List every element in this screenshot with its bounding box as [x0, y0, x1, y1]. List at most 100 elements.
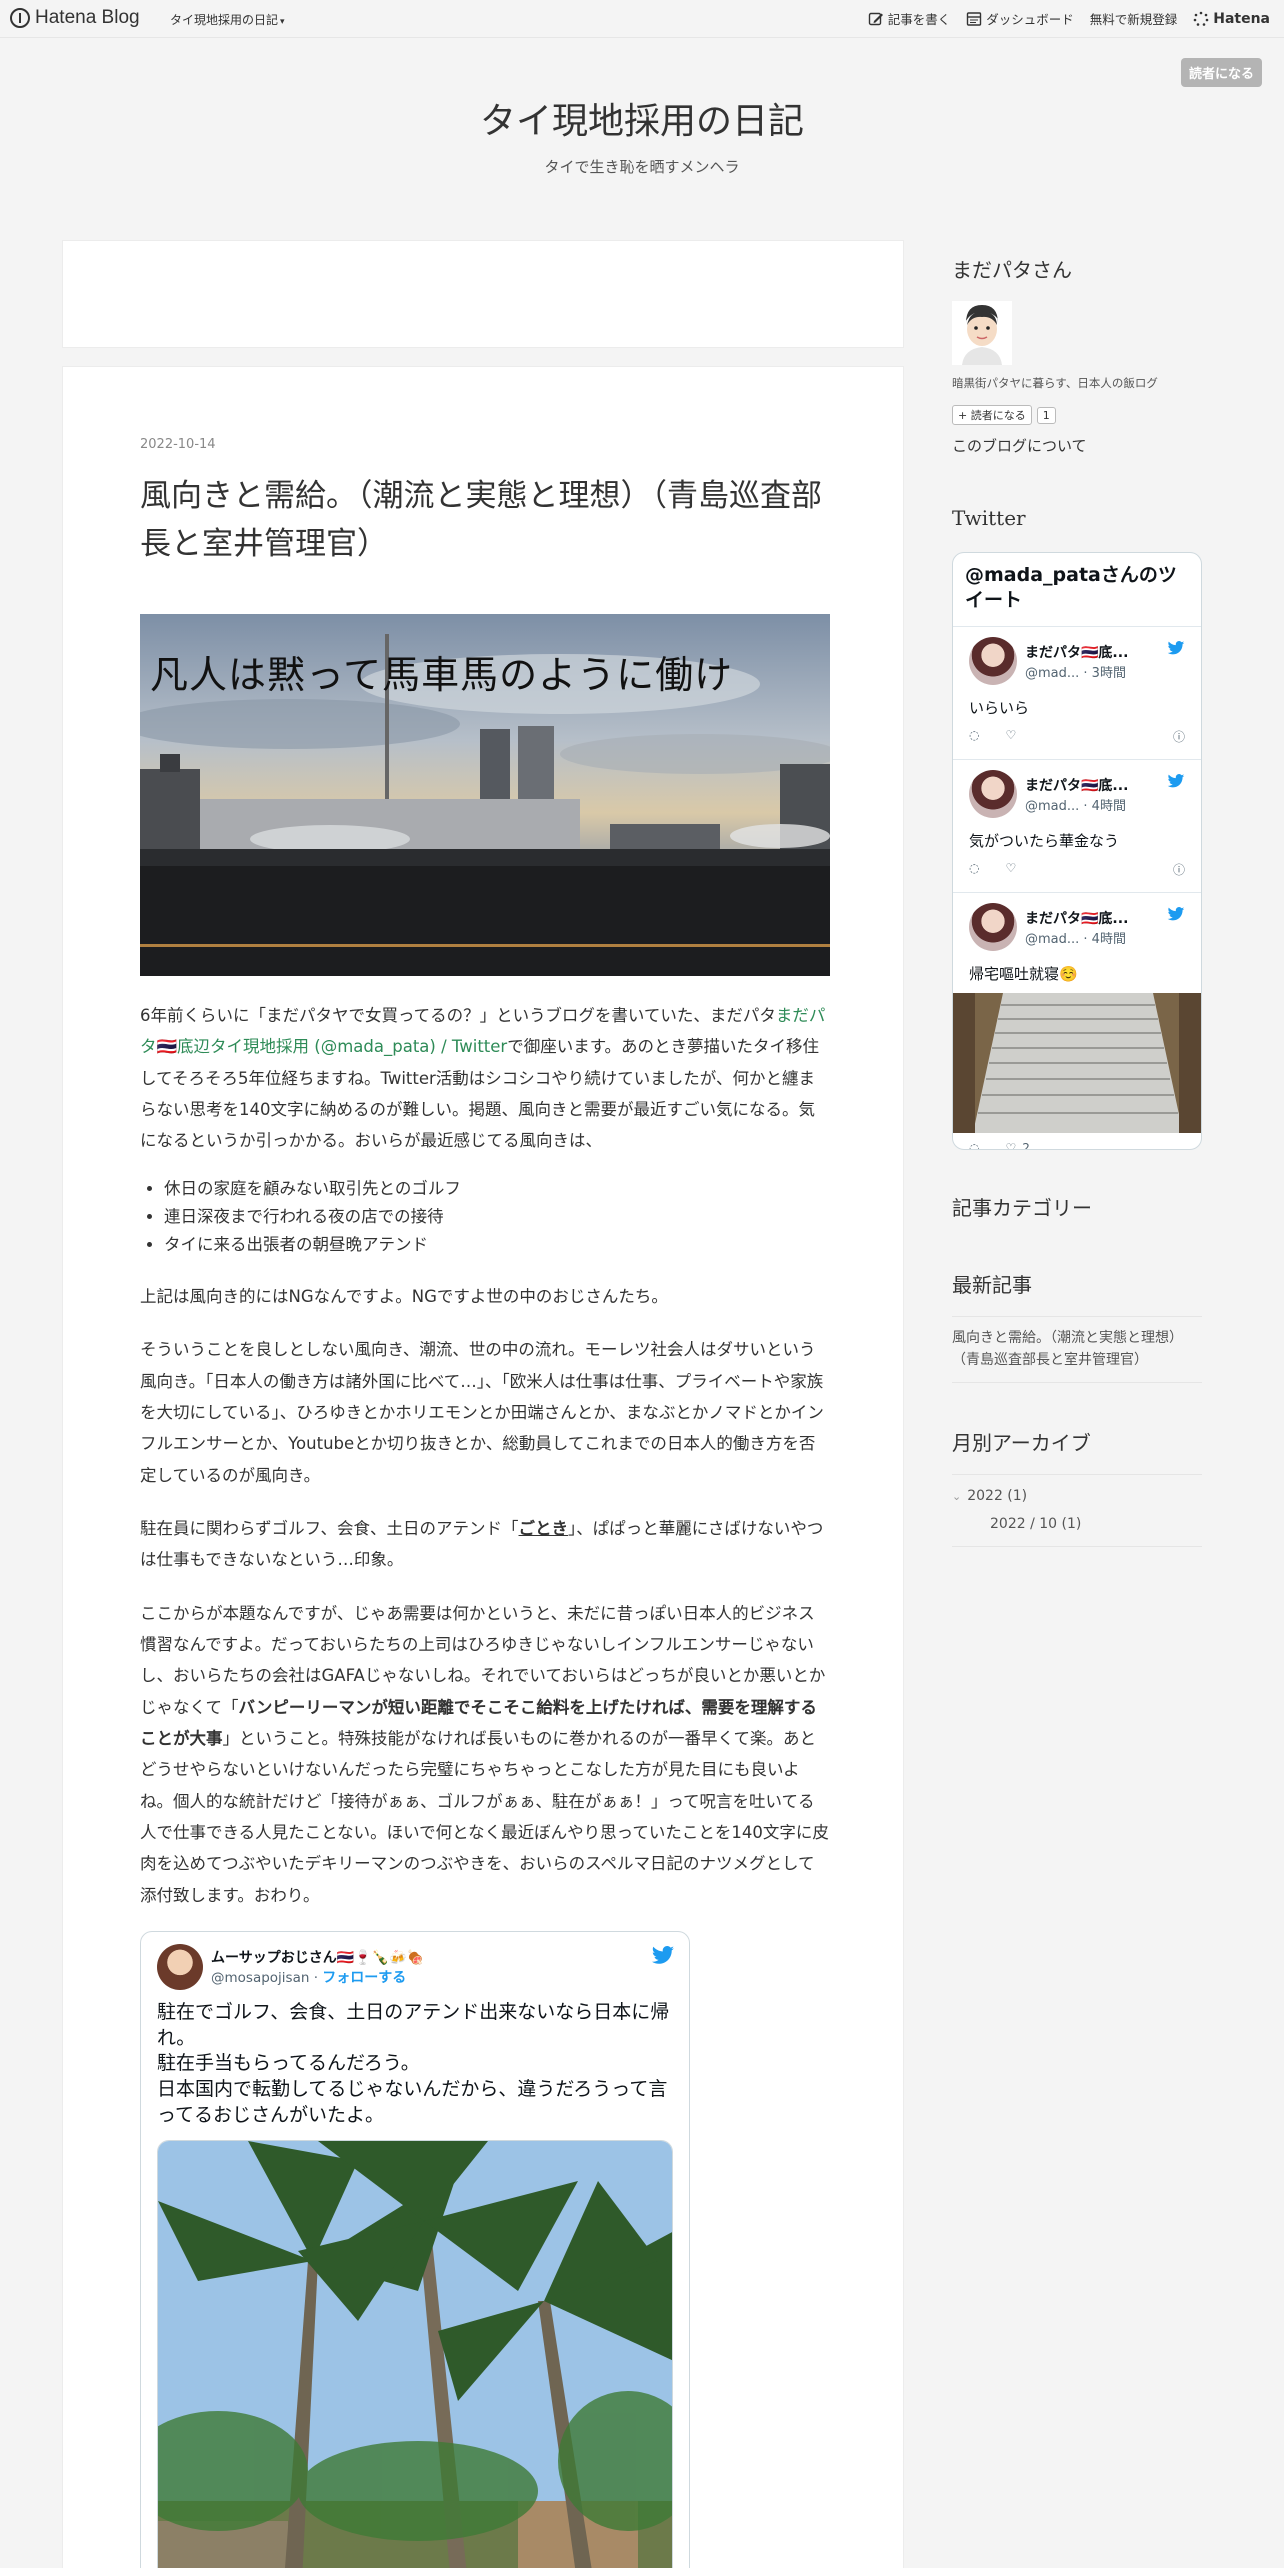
paragraph-4-text-a: 駐在員に関わらずゴルフ、会食、土日のアテンド「: [140, 1519, 519, 1539]
info-icon[interactable]: ⓘ: [1173, 861, 1185, 878]
dashboard-label: ダッシュボード: [986, 12, 1074, 27]
tweet-avatar[interactable]: [969, 637, 1017, 685]
reader-button-group: + 読者になる 1: [952, 405, 1202, 425]
reader-count[interactable]: 1: [1036, 406, 1056, 424]
profile-module: まだパタさん 暗黒街パタヤに暮らす、日本人の飯ログ + 読者になる 1 このブロ…: [952, 254, 1202, 456]
hatena-dots-icon: [1193, 11, 1209, 26]
tweet-time[interactable]: · 3時間: [1079, 666, 1126, 681]
follow-link[interactable]: フォローする: [322, 1970, 406, 1986]
hatena-link[interactable]: Hatena: [1193, 11, 1270, 27]
entry-date[interactable]: 2022-10-14: [140, 437, 830, 452]
tweet-handle[interactable]: @mad...: [1025, 932, 1079, 947]
blog-description: タイで生き恥を晒すメンヘラ: [544, 158, 740, 176]
reader-button-label: 読者になる: [970, 409, 1026, 422]
blog-title[interactable]: タイ現地採用の日記: [0, 92, 1284, 144]
twitter-bird-icon[interactable]: [1167, 641, 1185, 656]
tweet-author-handle[interactable]: @mosapojisan: [211, 1970, 309, 1986]
tweet-author-avatar[interactable]: [157, 1944, 203, 1991]
like-icon[interactable]: ♡: [1005, 1141, 1016, 1149]
write-entry-link[interactable]: 記事を書く: [868, 9, 951, 28]
tweet-time[interactable]: · 4時間: [1079, 932, 1126, 947]
reply-icon[interactable]: ◌: [969, 861, 979, 875]
signup-link[interactable]: 無料で新規登録: [1090, 9, 1178, 28]
tweet-photo[interactable]: [157, 2140, 673, 2568]
recent-entries-module: 最新記事 風向きと需給。（潮流と実態と理想）（青島巡査部長と室井管理官）: [952, 1269, 1202, 1383]
write-entry-label: 記事を書く: [887, 12, 951, 27]
global-menu: 記事を書く ダッシュボード 無料で新規登録 Hatena: [868, 9, 1284, 28]
tweet-name[interactable]: まだパタ🇹🇭底...: [1025, 908, 1128, 928]
paragraph-5-text-b: 」ということ。特殊技能がなければ長いものに巻かれるのが一番早くて楽。あとどうせや…: [140, 1729, 829, 1905]
timeline-tweet[interactable]: まだパタ🇹🇭底... @mad... · 4時間 帰宅嘔吐就寝☺️: [953, 893, 1201, 993]
twitter-bird-icon[interactable]: [651, 1946, 675, 1966]
pencil-icon: [868, 12, 883, 25]
reply-icon[interactable]: ◌: [969, 1141, 979, 1149]
eyecatch-image: 凡人は黙って馬車馬のように働け: [140, 614, 830, 977]
hatena-blog-logo-icon: [10, 8, 30, 28]
archive-year-row[interactable]: ⌄ 2022 (1): [952, 1485, 1202, 1507]
chevron-down-icon[interactable]: ⌄: [952, 1490, 961, 1503]
twitter-bird-icon[interactable]: [1167, 907, 1185, 922]
paragraph-intro-text-a: 6年前くらいに「まだパタヤで女買ってるの？」というブログを書いていた、まだパタ: [140, 1006, 776, 1026]
archive-heading: 月別アーカイブ: [952, 1430, 1091, 1455]
about-blog-link[interactable]: このブログについて: [952, 435, 1202, 456]
tweet-avatar[interactable]: [969, 903, 1017, 951]
timeline-tweet[interactable]: まだパタ🇹🇭底... @mad... · 4時間 気がついたら華金なう ◌ ♡ ⓘ: [953, 760, 1201, 893]
tweet-avatar[interactable]: [969, 770, 1017, 818]
paragraph-5: ここからが本題なんですが、じゃあ需要は何かというと、未だに昔っぽい日本人的ビジネ…: [140, 1598, 830, 1911]
twitter-widget-title[interactable]: @mada_pataさんのツイート: [953, 553, 1201, 627]
list-item: 連日深夜まで行われる夜の店での接待: [164, 1203, 830, 1231]
entry-body: 6年前くらいに「まだパタヤで女買ってるの？」というブログを書いていた、まだパタま…: [140, 1000, 830, 1911]
hatena-blog-logo[interactable]: Hatena Blog: [10, 7, 140, 29]
tweet-text: 帰宅嘔吐就寝☺️: [969, 965, 1078, 983]
list-item: タイに来る出張者の朝昼晩アテンド: [164, 1231, 830, 1259]
tweet-handle[interactable]: @mad...: [1025, 799, 1079, 814]
like-icon[interactable]: ♡: [1005, 728, 1016, 742]
info-icon[interactable]: ⓘ: [1173, 728, 1185, 745]
reader-button[interactable]: + 読者になる: [952, 405, 1032, 425]
palm-trees-photo: [158, 2141, 672, 2568]
stairs-photo: [953, 993, 1201, 1133]
timeline-tweet[interactable]: まだパタ🇹🇭底... @mad... · 3時間 いらいら ◌ ♡ ⓘ: [953, 627, 1201, 760]
global-header: Hatena Blog タイ現地採用の日記 ▾ 記事を書く ダッシュボード 無料で…: [0, 0, 1284, 38]
tweet-time[interactable]: · 4時間: [1079, 799, 1126, 814]
twitter-heading: Twitter: [952, 506, 1026, 530]
subscribe-button[interactable]: 読者になる: [1181, 58, 1263, 87]
emphasis-text: ごとき: [518, 1519, 569, 1539]
paragraph-2: 上記は風向き的にはNGなんですよ。NGですよ世の中のおじさんたち。: [140, 1286, 668, 1306]
tweet-name[interactable]: まだパタ🇹🇭底...: [1025, 775, 1128, 795]
blog-selector[interactable]: タイ現地採用の日記 ▾: [170, 11, 285, 28]
tweet-handle[interactable]: @mad...: [1025, 666, 1079, 681]
archive-module: 月別アーカイブ ⌄ 2022 (1) 2022 / 10 (1): [952, 1427, 1202, 1547]
category-heading: 記事カテゴリー: [952, 1196, 1092, 1220]
dashboard-link[interactable]: ダッシュボード: [966, 9, 1074, 28]
brand-text: Hatena Blog: [35, 7, 140, 28]
caret-down-icon: ▾: [280, 17, 285, 27]
reply-icon[interactable]: ◌: [969, 728, 979, 742]
tweet-text: いらいら: [969, 699, 1030, 717]
paragraph-4: 駐在員に関わらずゴルフ、会食、土日のアテンド「ごとき」、ぱぱっと華麗にさばけない…: [140, 1513, 830, 1576]
like-count: 2: [1022, 1141, 1030, 1150]
paragraph-3: そういうことを良しとしない風向き、潮流、世の中の流れ。モーレツ社会人はダサいとい…: [140, 1340, 824, 1485]
archive-year-item: ⌄ 2022 (1) 2022 / 10 (1): [952, 1475, 1202, 1547]
tweet-photo[interactable]: [953, 993, 1201, 1133]
like-icon[interactable]: ♡: [1005, 861, 1016, 875]
recent-entry-link[interactable]: 風向きと需給。（潮流と実態と理想）（青島巡査部長と室井管理官）: [952, 1317, 1202, 1383]
last-tweet-actions: ◌ ♡ 2: [969, 1141, 1030, 1150]
twitter-bird-icon[interactable]: [1167, 774, 1185, 789]
tweet-author-name[interactable]: ムーサップおじさん🇹🇭🍷🍾🍻🍖: [211, 1947, 424, 1967]
embedded-tweet[interactable]: ムーサップおじさん🇹🇭🍷🍾🍻🍖 @mosapojisan · フォローする 駐在…: [140, 1931, 690, 2568]
trend-list: 休日の家庭を顧みない取引先とのゴルフ 連日深夜まで行われる夜の店での接待 タイに…: [164, 1175, 830, 1259]
eyecatch-caption: 凡人は黙って馬車馬のように働け: [150, 653, 734, 698]
profile-avatar[interactable]: [952, 301, 1012, 365]
twitter-timeline-widget[interactable]: @mada_pataさんのツイート まだパタ🇹🇭底... @mad... · 3時…: [952, 552, 1202, 1150]
list-item: 休日の家庭を顧みない取引先とのゴルフ: [164, 1175, 830, 1203]
archive-year-link[interactable]: 2022 (1): [967, 1488, 1027, 1504]
signup-label: 無料で新規登録: [1089, 12, 1178, 27]
entry-title[interactable]: 風向きと需給。（潮流と実態と理想）（青島巡査部長と室井管理官）: [140, 472, 830, 568]
tweet-name[interactable]: まだパタ🇹🇭底...: [1025, 642, 1128, 662]
entry-article: 2022-10-14 風向きと需給。（潮流と実態と理想）（青島巡査部長と室井管理…: [62, 366, 904, 2568]
paragraph-intro: 6年前くらいに「まだパタヤで女買ってるの？」というブログを書いていた、まだパタま…: [140, 1000, 830, 1157]
twitter-module: Twitter @mada_pataさんのツイート まだパタ🇹🇭底... @mad…: [952, 506, 1202, 1150]
profile-heading: まだパタさん: [952, 258, 1072, 282]
archive-month-link[interactable]: 2022 / 10 (1): [952, 1513, 1202, 1535]
